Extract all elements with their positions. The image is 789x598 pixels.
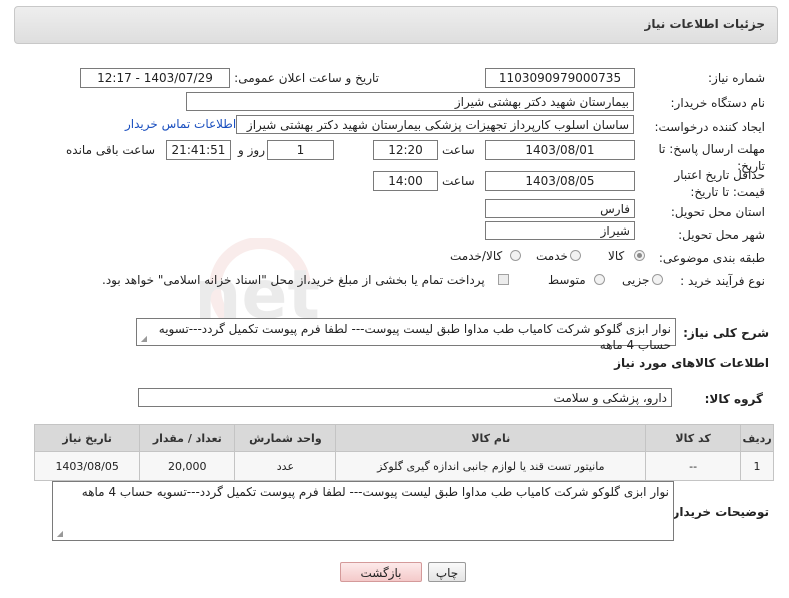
send-deadline-time: 12:20	[373, 140, 438, 160]
goods-group-field: دارو، پزشکی و سلامت	[138, 388, 672, 407]
category-goods-service-label: کالا/خدمت	[450, 249, 503, 263]
header-panel: جزئیات اطلاعات نیاز	[14, 6, 778, 44]
province-field: فارس	[485, 199, 635, 218]
price-validity-label: حداقل تاریخ اعتبار قیمت: تا تاریخ:	[674, 168, 765, 199]
purchase-minor-label: جزیی	[622, 273, 650, 287]
table-row: 1 -- مانیتور تست قند یا لوازم جانبی اندا…	[33, 451, 774, 481]
province-label: استان محل تحویل:	[670, 205, 765, 219]
buyer-org-label: نام دستگاه خریدار:	[670, 96, 766, 110]
city-label: شهر محل تحویل:	[678, 228, 765, 242]
col-date: تاریخ نیاز	[33, 424, 141, 452]
cell-date: 1403/08/05	[33, 451, 141, 481]
requester-label: ایجاد کننده درخواست:	[654, 120, 765, 134]
purchase-medium-label: متوسط	[548, 273, 586, 287]
announce-field: 1403/07/29 - 12:17	[80, 68, 230, 88]
description-text: نوار ابزی گلوکو شرکت کامیاب طب مداوا طبق…	[158, 322, 671, 352]
days-label: روز و	[238, 143, 265, 157]
cell-unit: عدد	[234, 451, 337, 481]
send-time-label: ساعت	[442, 143, 475, 157]
resize-grip-icon[interactable]: ◢	[55, 530, 63, 538]
goods-group-label: گروه کالا:	[704, 392, 763, 406]
buyer-notes-label: توضیحات خریدار:	[667, 505, 769, 519]
price-validity-date: 1403/08/05	[485, 171, 635, 191]
purchase-minor-radio[interactable]	[652, 274, 663, 285]
category-goods-label: کالا	[608, 249, 625, 263]
back-button[interactable]: بازگشت	[340, 562, 422, 582]
col-unit: واحد شمارش	[234, 424, 337, 452]
category-service-label: خدمت	[536, 249, 568, 263]
category-goods-service-radio[interactable]	[510, 250, 521, 261]
buyer-notes-text: نوار ابزی گلوکو شرکت کامیاب طب مداوا طبق…	[81, 485, 669, 499]
goods-table-header: ردیف کد کالا نام کالا واحد شمارش تعداد /…	[33, 424, 774, 452]
buyer-contact-link[interactable]: اطلاعات تماس خریدار	[125, 117, 236, 131]
treasury-payment-checkbox[interactable]	[498, 274, 509, 285]
send-deadline-date: 1403/08/01	[485, 140, 635, 160]
city-field: شیراز	[485, 221, 635, 240]
print-button[interactable]: چاپ	[428, 562, 466, 582]
col-qty: تعداد / مقدار	[139, 424, 236, 452]
price-validity-time: 14:00	[373, 171, 438, 191]
category-service-radio[interactable]	[570, 250, 581, 261]
need-number-field: 1103090979000735	[485, 68, 635, 88]
goods-table: ردیف کد کالا نام کالا واحد شمارش تعداد /…	[33, 424, 774, 481]
category-label: طبقه بندی موضوعی:	[658, 251, 765, 265]
category-goods-radio[interactable]	[634, 250, 645, 261]
remaining-days-field: 1	[267, 140, 334, 160]
cell-code: --	[645, 451, 742, 481]
treasury-payment-note: پرداخت تمام یا بخشی از مبلغ خرید،از محل …	[102, 273, 485, 287]
requester-field: ساسان اسلوب کارپرداز تجهیزات پزشکی بیمار…	[236, 115, 634, 134]
description-label: شرح کلی نیاز:	[683, 326, 769, 340]
cell-qty: 20,000	[139, 451, 236, 481]
remaining-label: ساعت باقی مانده	[66, 143, 156, 157]
buyer-org-field: بیمارستان شهید دکتر بهشتی شیراز	[186, 92, 634, 111]
resize-grip-icon[interactable]: ◢	[139, 335, 147, 343]
announce-label: تاریخ و ساعت اعلان عمومی:	[234, 71, 379, 85]
purchase-type-label: نوع فرآیند خرید :	[680, 274, 765, 288]
need-number-label: شماره نیاز:	[708, 71, 765, 85]
cell-row: 1	[740, 451, 774, 481]
page-title: جزئیات اطلاعات نیاز	[644, 17, 765, 31]
col-name: نام کالا	[335, 424, 647, 452]
remaining-time-field: 21:41:51	[166, 140, 231, 160]
price-time-label: ساعت	[442, 174, 475, 188]
col-row: ردیف	[740, 424, 774, 452]
purchase-medium-radio[interactable]	[594, 274, 605, 285]
cell-name: مانیتور تست قند یا لوازم جانبی اندازه گی…	[335, 451, 647, 481]
buyer-notes-textarea[interactable]: نوار ابزی گلوکو شرکت کامیاب طب مداوا طبق…	[52, 481, 674, 541]
col-code: کد کالا	[645, 424, 742, 452]
description-textarea[interactable]: نوار ابزی گلوکو شرکت کامیاب طب مداوا طبق…	[136, 318, 676, 352]
goods-section-title: اطلاعات کالاهای مورد نیاز	[614, 356, 769, 370]
